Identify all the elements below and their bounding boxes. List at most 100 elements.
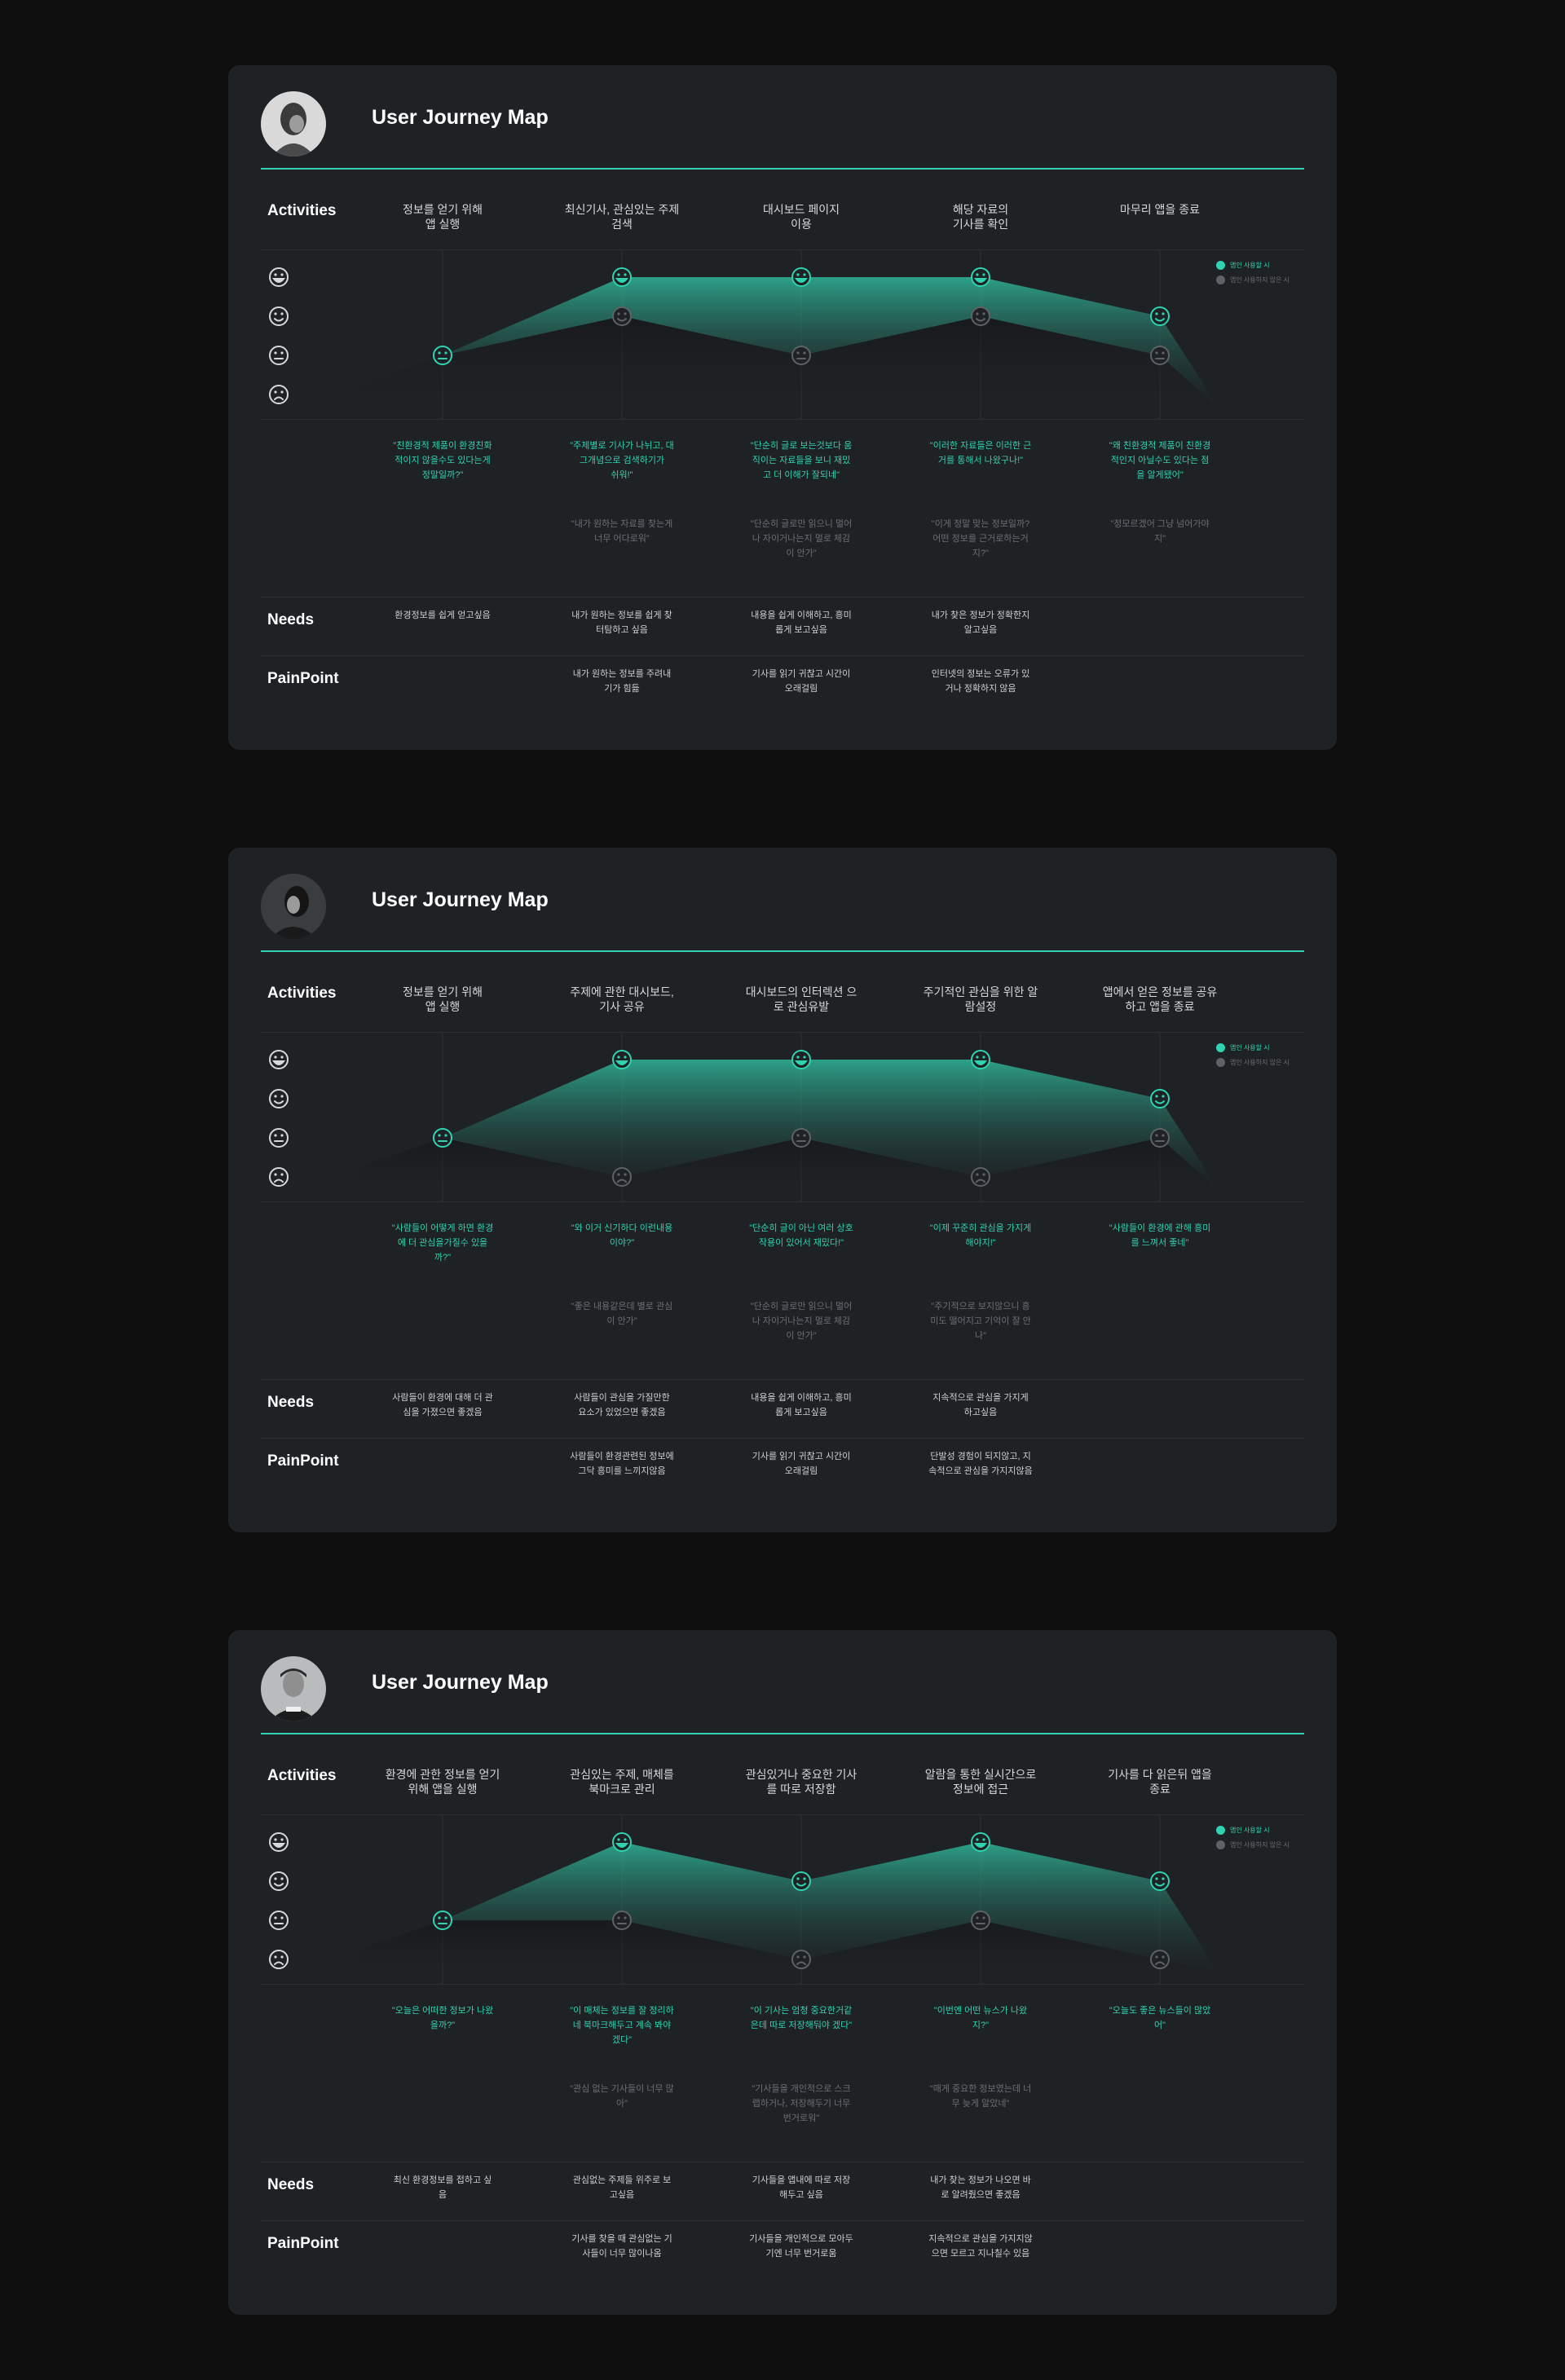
needs-cell: 지속적으로 관심을 가지게 하고싶음 <box>932 1393 1029 1417</box>
emotion-scale-icon <box>269 1911 289 1930</box>
without-app-point-icon <box>1150 346 1170 365</box>
positive-quote: "와 이거 신기하다 이런내용 이야?" <box>571 1223 673 1248</box>
negative-quote: "내가 원하는 자료를 찾는게 너무 어다로워" <box>571 519 673 544</box>
emotion-scale-icon <box>269 1950 289 1969</box>
without-app-point-icon <box>971 1167 990 1187</box>
without-app-point-icon <box>612 306 632 326</box>
positive-quote: "사람들이 어떻게 하면 환경 에 더 관심을가질수 있을 까?" <box>391 1223 494 1263</box>
emotion-chart <box>269 249 1219 419</box>
painpoint-cell: 사람들이 환경관련된 정보에 그닥 흥미를 느끼지않음 <box>570 1452 674 1476</box>
without-app-point-icon <box>612 1167 632 1187</box>
without-app-point-icon <box>612 1911 632 1930</box>
legend-item: 앱인 사용할 시 <box>1216 1040 1289 1055</box>
positive-quote: "이제 꾸준히 관심을 가지게 해야지!" <box>929 1223 1032 1248</box>
row-divider <box>261 1438 1304 1439</box>
positive-quote: "친환경적 제품이 환경친화 적이지 않을수도 있다는게 정말일까?" <box>393 441 492 480</box>
negative-quote: "기사들을 개인적으로 스크 랩하거나, 저장해두기 너무 번거로워" <box>752 2084 851 2123</box>
needs-cell: 관심없는 주제들 위주로 보 고싶음 <box>572 2175 672 2200</box>
with-app-point-icon <box>971 1832 990 1852</box>
legend-swatch <box>1216 1057 1225 1067</box>
needs-cell: 최신 환경정보를 접하고 싶 음 <box>393 2175 492 2200</box>
emotion-scale-icon <box>269 1050 289 1069</box>
legend-label: 앱인 사용할 시 <box>1230 1826 1270 1834</box>
emotion-scale-icon <box>269 346 289 365</box>
emotion-chart <box>269 1032 1219 1201</box>
legend-swatch <box>1216 275 1225 284</box>
chart-legend: 앱인 사용할 시앱인 사용하지 않은 시 <box>1216 1822 1289 1852</box>
negative-quote: "매게 중요한 정보였는데 너 무 늦게 알았네" <box>929 2084 1032 2109</box>
with-app-point-icon <box>791 1050 811 1069</box>
legend-item: 앱인 사용하지 않은 시 <box>1216 1055 1289 1069</box>
needs-cell: 내용을 쉽게 이해하고, 흥미 롭게 보고싶음 <box>751 610 852 635</box>
positive-quote: "왜 친환경적 제품이 친환경 적인지 아닐수도 있다는 점 을 알게됐어" <box>1109 441 1211 480</box>
emotion-scale-icon <box>269 306 289 326</box>
legend-swatch <box>1216 260 1225 270</box>
with-app-point-icon <box>612 1832 632 1852</box>
emotion-scale-icon <box>269 1128 289 1148</box>
needs-label: Needs <box>267 611 315 628</box>
row-divider <box>261 1379 1304 1380</box>
legend-swatch <box>1216 1042 1225 1052</box>
painpoint-cell: 기사를 읽기 귀찮고 시간이 오래걸림 <box>752 669 851 694</box>
legend-item: 앱인 사용하지 않은 시 <box>1216 1837 1289 1852</box>
negative-quote: "관심 없는 기사들이 너무 많 아" <box>570 2084 674 2109</box>
journey-map-card: User Journey Map Activities Needs PainPoint… <box>228 848 1337 1532</box>
legend-swatch <box>1216 1825 1225 1835</box>
with-app-point-icon <box>1150 306 1170 326</box>
painpoint-cell: 지속적으로 관심을 가지지않 으면 모르고 지나칠수 있음 <box>928 2234 1033 2259</box>
needs-label: Needs <box>267 2176 315 2193</box>
emotion-chart <box>269 1814 1219 1984</box>
journey-map-card: User Journey Map Activities Needs PainPoint… <box>228 1630 1337 2315</box>
positive-quote: "사람들이 환경에 관해 흥미 를 느껴서 좋네" <box>1109 1223 1211 1248</box>
with-app-point-icon <box>433 346 452 365</box>
painpoint-label: PainPoint <box>267 1452 339 1470</box>
legend-label: 앱인 사용하지 않은 시 <box>1230 1840 1289 1849</box>
with-app-point-icon <box>971 267 990 287</box>
journey-map-card: User Journey Map Activities Needs PainPoint… <box>228 65 1337 750</box>
negative-quote: "단순히 글로만 읽으니 멀어 나 자이거나는지 멀로 체감 이 안가" <box>750 519 853 558</box>
emotion-scale-icon <box>269 1832 289 1852</box>
positive-quote: "오늘도 좋은 뉴스들이 많았 어" <box>1109 2006 1211 2030</box>
negative-quote: "단순히 글로만 읽으니 멀어 나 자이거나는지 멀로 체감 이 안가" <box>750 1302 853 1341</box>
legend-label: 앱인 사용하지 않은 시 <box>1230 1058 1289 1066</box>
needs-cell: 내용을 쉽게 이해하고, 흥미 롭게 보고싶음 <box>751 1393 852 1417</box>
positive-quote: "이번엔 어떤 뉴스가 나왔 지?" <box>933 2006 1028 2030</box>
legend-item: 앱인 사용할 시 <box>1216 258 1289 272</box>
chart-legend: 앱인 사용할 시앱인 사용하지 않은 시 <box>1216 258 1289 287</box>
positive-quote: "이러한 자료들은 이러한 근 거를 통해서 나왔구나!" <box>929 441 1032 465</box>
without-app-point-icon <box>1150 1950 1170 1969</box>
legend-item: 앱인 사용할 시 <box>1216 1822 1289 1837</box>
painpoint-cell: 인터넷의 정보는 오류가 있 거나 정확하지 않음 <box>931 669 1030 694</box>
without-app-point-icon <box>791 346 811 365</box>
painpoint-label: PainPoint <box>267 2235 339 2252</box>
with-app-point-icon <box>1150 1871 1170 1891</box>
without-app-point-icon <box>791 1950 811 1969</box>
needs-cell: 사람들이 관심을 가질만한 요소가 있었으면 좋겠음 <box>574 1393 670 1417</box>
needs-cell: 내가 찾은 정보가 정확한지 알고싶음 <box>931 610 1030 635</box>
without-app-point-icon <box>1150 1128 1170 1148</box>
emotion-scale-icon <box>269 1871 289 1891</box>
positive-quote: "주제별로 기사가 나뉘고, 대 그개념으로 검색하기가 쉬워!" <box>570 441 674 480</box>
row-divider <box>261 655 1304 656</box>
with-app-point-icon <box>433 1128 452 1148</box>
negative-quote: "주기적으로 보지않으니 흥 미도 떨어지고 기억이 잘 안 나" <box>930 1302 1031 1341</box>
legend-item: 앱인 사용하지 않은 시 <box>1216 272 1289 287</box>
legend-label: 앱인 사용할 시 <box>1230 1043 1270 1051</box>
emotion-scale-icon <box>269 385 289 404</box>
row-divider <box>261 2220 1304 2221</box>
positive-quote: "이 기사는 엄청 중요한거같 은데 따로 저장해둬야 겠다" <box>750 2006 853 2030</box>
legend-label: 앱인 사용하지 않은 시 <box>1230 275 1289 284</box>
with-app-point-icon <box>791 267 811 287</box>
emotion-scale-icon <box>269 267 289 287</box>
painpoint-label: PainPoint <box>267 670 339 687</box>
with-app-point-icon <box>1150 1089 1170 1108</box>
painpoint-cell: 내가 원하는 정보를 주려내 기가 힘듦 <box>572 669 672 694</box>
needs-label: Needs <box>267 1394 315 1411</box>
with-app-point-icon <box>791 1871 811 1891</box>
needs-cell: 내가 원하는 정보를 쉽게 찾 터탐하고 싶음 <box>571 610 672 635</box>
needs-cell: 기사들을 앱내에 따로 저장 해두고 싶음 <box>752 2175 851 2200</box>
with-app-point-icon <box>433 1911 452 1930</box>
needs-cell: 내가 찾는 정보가 나오면 바 로 알려줬으면 좋겠음 <box>930 2175 1031 2200</box>
with-app-point-icon <box>612 1050 632 1069</box>
negative-quote: "정모르겠어 그냥 넘어가야 지" <box>1110 519 1210 544</box>
